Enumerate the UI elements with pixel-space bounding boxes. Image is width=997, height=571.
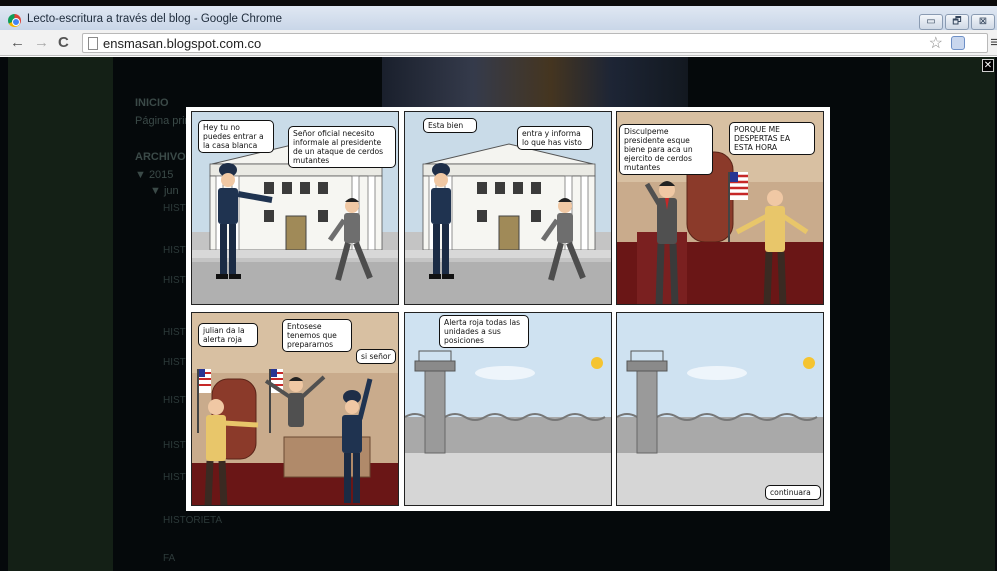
chrome-menu-button[interactable]: ≡	[990, 34, 997, 51]
speech-bubble: Disculpeme presidente esque biene para a…	[619, 124, 713, 175]
speech-bubble: Alerta roja todas las unidades a sus pos…	[439, 315, 529, 348]
reload-button[interactable]: C	[58, 34, 69, 51]
forward-button[interactable]: →	[34, 34, 49, 51]
archive-item: HISTORIETA	[163, 515, 223, 526]
window-title: Lecto-escritura a través del blog - Goog…	[27, 13, 283, 25]
speech-bubble: entra y informa lo que has visto	[517, 126, 593, 150]
comic-panel-2: Esta bien entra y informa lo que has vis…	[404, 111, 612, 305]
comic-panel-1: Hey tu no puedes entrar a la casa blanca…	[191, 111, 399, 305]
restore-button[interactable]: 🗗	[945, 14, 969, 30]
archive-item: FA	[163, 553, 176, 564]
prison-wall-scene	[617, 313, 823, 505]
speech-bubble: Hey tu no puedes entrar a la casa blanca	[198, 120, 274, 153]
background-leaves-left	[8, 57, 113, 571]
comic-panel-6: continuara	[616, 312, 824, 506]
back-button[interactable]: ←	[10, 34, 25, 51]
minimize-button[interactable]: ▭	[919, 14, 943, 30]
browser-toolbar: ← → C ensmasan.blogspot.com.co ☆ ≡	[0, 30, 997, 56]
speech-bubble: PORQUE ME DESPERTAS EA ESTA HORA	[729, 122, 815, 155]
background-leaves-right	[890, 57, 995, 571]
speech-bubble: Esta bien	[423, 118, 477, 133]
blog-archive-month: ▼ jun	[150, 185, 179, 197]
comic-panel-5: Alerta roja todas las unidades a sus pos…	[404, 312, 612, 506]
window-controls: ▭ 🗗 ⊠	[919, 14, 995, 30]
comic-panel-4: julian da la alerta roja Entosese tenemo…	[191, 312, 399, 506]
comic-strip: Hey tu no puedes entrar a la casa blanca…	[186, 107, 830, 511]
address-bar[interactable]: ensmasan.blogspot.com.co ☆ ≡	[82, 33, 997, 53]
blog-archive-year: ▼ 2015	[135, 169, 174, 181]
page-icon	[88, 37, 98, 50]
speech-bubble: Señor oficial necesito informale al pres…	[288, 126, 396, 168]
blog-nav-heading: INICIO	[135, 97, 169, 109]
speech-bubble: Entosese tenemos que prepararnos	[282, 319, 352, 352]
bookmark-star-icon[interactable]: ☆	[929, 33, 943, 53]
window-titlebar: Lecto-escritura a través del blog - Goog…	[0, 0, 997, 30]
url-text[interactable]: ensmasan.blogspot.com.co	[103, 36, 261, 51]
lightbox-close-button[interactable]: ✕	[982, 59, 994, 72]
speech-bubble: si señor	[356, 349, 396, 364]
speech-bubble: continuara	[765, 485, 821, 500]
extension-icon[interactable]	[951, 36, 965, 50]
close-window-button[interactable]: ⊠	[971, 14, 995, 30]
speech-bubble: julian da la alerta roja	[198, 323, 258, 347]
comic-panel-3: Disculpeme presidente esque biene para a…	[616, 111, 824, 305]
chrome-icon	[8, 14, 21, 27]
